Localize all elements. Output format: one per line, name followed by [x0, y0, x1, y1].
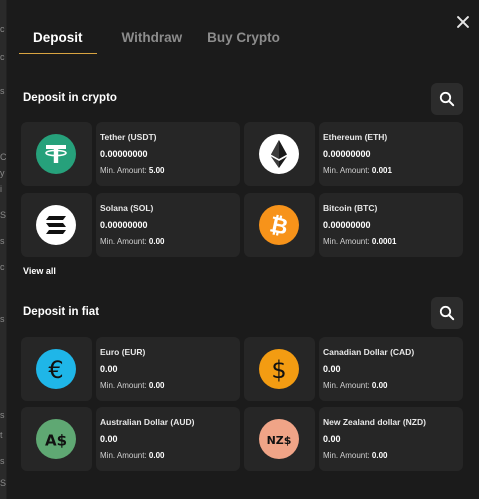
tab-bar: Deposit Withdraw Buy Crypto	[19, 28, 305, 54]
crypto-card-sol[interactable]: Solana (SOL) 0.00000000 Min. Amount: 0.0…	[21, 193, 240, 257]
coin-icon-box: NZ$	[244, 407, 315, 471]
tab-withdraw[interactable]: Withdraw	[122, 28, 183, 54]
tab-deposit[interactable]: Deposit	[19, 28, 97, 54]
fiat-card-nzd[interactable]: NZ$ New Zealand dollar (NZD) 0.00 Min. A…	[244, 407, 463, 471]
coin-balance: 0.00	[100, 434, 118, 444]
coin-name: Australian Dollar (AUD)	[100, 417, 195, 427]
svg-text:₿: ₿	[267, 212, 290, 240]
tab-buy-crypto[interactable]: Buy Crypto	[207, 28, 280, 54]
tether-icon	[36, 134, 76, 174]
coin-info: Solana (SOL) 0.00000000 Min. Amount: 0.0…	[96, 193, 240, 257]
min-amount-label: Min. Amount:	[323, 166, 370, 175]
close-icon[interactable]	[452, 11, 474, 33]
coin-name: Bitcoin (BTC)	[323, 203, 378, 213]
coin-balance: 0.00000000	[323, 149, 371, 159]
coin-balance: 0.00	[323, 364, 341, 374]
svg-text:€: €	[48, 356, 63, 384]
bitcoin-icon: ₿	[259, 205, 299, 245]
coin-info: Australian Dollar (AUD) 0.00 Min. Amount…	[96, 407, 240, 471]
min-amount: Min. Amount: 0.001	[323, 166, 392, 175]
fiat-card-cad[interactable]: $ Canadian Dollar (CAD) 0.00 Min. Amount…	[244, 337, 463, 401]
coin-balance: 0.00	[323, 434, 341, 444]
coin-icon-box	[244, 122, 315, 186]
min-amount-value: 0.0001	[371, 237, 397, 246]
coin-icon-box	[21, 193, 92, 257]
ethereum-icon	[259, 134, 299, 174]
crypto-card-eth[interactable]: Ethereum (ETH) 0.00000000 Min. Amount: 0…	[244, 122, 463, 186]
coin-info: Tether (USDT) 0.00000000 Min. Amount: 5.…	[96, 122, 240, 186]
coin-name: Tether (USDT)	[100, 132, 157, 142]
coin-info: Ethereum (ETH) 0.00000000 Min. Amount: 0…	[319, 122, 463, 186]
min-amount-label: Min. Amount:	[100, 381, 147, 390]
coin-info: New Zealand dollar (NZD) 0.00 Min. Amoun…	[319, 407, 463, 471]
svg-text:NZ$: NZ$	[267, 434, 292, 447]
coin-name: Euro (EUR)	[100, 347, 146, 357]
coin-icon-box: ₿	[244, 193, 315, 257]
coin-name: Canadian Dollar (CAD)	[323, 347, 415, 357]
min-amount-value: 0.00	[148, 381, 165, 390]
coin-icon-box: €	[21, 337, 92, 401]
coin-info: Euro (EUR) 0.00 Min. Amount: 0.00	[96, 337, 240, 401]
min-amount: Min. Amount: 0.00	[100, 451, 165, 460]
coin-balance: 0.00000000	[323, 220, 371, 230]
deposit-modal: Deposit Withdraw Buy Crypto Deposit in c…	[6, 0, 479, 499]
coin-info: Bitcoin (BTC) 0.00000000 Min. Amount: 0.…	[319, 193, 463, 257]
nzd-icon: NZ$	[259, 419, 299, 459]
coin-icon-box	[21, 122, 92, 186]
min-amount: Min. Amount: 0.0001	[323, 237, 396, 246]
crypto-section-title: Deposit in crypto	[23, 92, 117, 104]
coin-icon-box: $	[244, 337, 315, 401]
min-amount: Min. Amount: 0.00	[323, 381, 388, 390]
aud-icon: A$	[36, 419, 76, 459]
view-all-link[interactable]: View all	[23, 266, 56, 276]
coin-name: Ethereum (ETH)	[323, 132, 388, 142]
euro-icon: €	[36, 349, 76, 389]
min-amount-value: 0.00	[371, 381, 388, 390]
fiat-section-title: Deposit in fiat	[23, 306, 100, 318]
fiat-card-eur[interactable]: € Euro (EUR) 0.00 Min. Amount: 0.00	[21, 337, 240, 401]
dollar-icon: $	[259, 349, 299, 389]
coin-balance: 0.00	[100, 364, 118, 374]
crypto-search-button[interactable]	[431, 83, 463, 115]
coin-info: Canadian Dollar (CAD) 0.00 Min. Amount: …	[319, 337, 463, 401]
min-amount-label: Min. Amount:	[100, 166, 147, 175]
solana-icon	[36, 205, 76, 245]
min-amount-label: Min. Amount:	[100, 451, 147, 460]
min-amount: Min. Amount: 0.00	[323, 451, 388, 460]
min-amount-value: 0.00	[148, 451, 165, 460]
coin-icon-box: A$	[21, 407, 92, 471]
min-amount-value: 0.001	[371, 166, 392, 175]
fiat-search-button[interactable]	[431, 297, 463, 329]
crypto-card-btc[interactable]: ₿ Bitcoin (BTC) 0.00000000 Min. Amount: …	[244, 193, 463, 257]
search-icon	[439, 91, 455, 107]
search-icon	[439, 305, 455, 321]
min-amount-value: 0.00	[148, 237, 165, 246]
min-amount-label: Min. Amount:	[323, 381, 370, 390]
min-amount-label: Min. Amount:	[323, 451, 370, 460]
min-amount: Min. Amount: 0.00	[100, 381, 165, 390]
min-amount-label: Min. Amount:	[100, 237, 147, 246]
coin-balance: 0.00000000	[100, 149, 148, 159]
min-amount-value: 0.00	[371, 451, 388, 460]
min-amount-label: Min. Amount:	[323, 237, 370, 246]
min-amount: Min. Amount: 0.00	[100, 237, 165, 246]
coin-name: Solana (SOL)	[100, 203, 154, 213]
min-amount: Min. Amount: 5.00	[100, 166, 165, 175]
svg-text:$: $	[271, 356, 286, 384]
coin-name: New Zealand dollar (NZD)	[323, 417, 426, 427]
coin-balance: 0.00000000	[100, 220, 148, 230]
fiat-card-aud[interactable]: A$ Australian Dollar (AUD) 0.00 Min. Amo…	[21, 407, 240, 471]
crypto-card-usdt[interactable]: Tether (USDT) 0.00000000 Min. Amount: 5.…	[21, 122, 240, 186]
svg-text:A$: A$	[45, 432, 67, 450]
min-amount-value: 5.00	[148, 166, 165, 175]
